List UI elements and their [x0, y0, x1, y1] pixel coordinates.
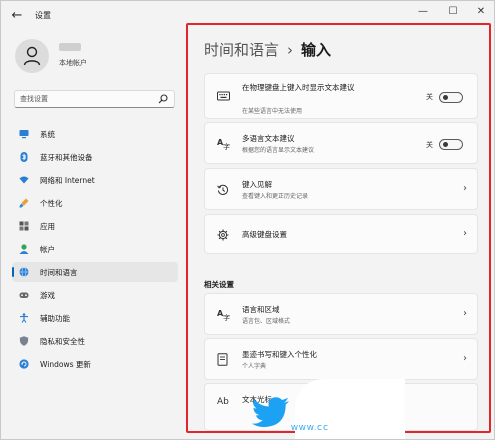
- settings-window: ← 设置 — ☐ ✕ 本地帐户 系统 蓝牙和其他设备: [0, 0, 495, 440]
- typing-insights-card[interactable]: 键入见解 查看键入和更正历史记录 ›: [204, 168, 478, 210]
- content-panel: 时间和语言 › 输入 在物理键盘上键入时显示文本建议 在某些语言中无法使用 关 A …: [186, 23, 491, 433]
- person-icon: [23, 46, 41, 66]
- close-button[interactable]: ✕: [465, 1, 494, 23]
- card-title: 在物理键盘上键入时显示文本建议: [242, 83, 355, 92]
- chevron-right-icon: ›: [463, 183, 467, 194]
- physical-keyboard-suggestions-toggle[interactable]: [439, 92, 463, 103]
- card-title: 多语言文本建议: [242, 134, 295, 143]
- sidebar-item-network[interactable]: 网络和 Internet: [12, 170, 178, 190]
- breadcrumb-separator: ›: [287, 41, 294, 59]
- sidebar-item-accessibility[interactable]: 辅助功能: [12, 308, 178, 328]
- sidebar-item-label: Windows 更新: [40, 360, 91, 369]
- avatar[interactable]: [15, 39, 49, 73]
- twitter-bird-icon: [252, 397, 289, 427]
- chevron-right-icon: ›: [463, 353, 467, 364]
- chevron-right-icon: ›: [463, 308, 467, 319]
- bluetooth-icon: [20, 152, 28, 162]
- pen-notebook-icon: [217, 353, 228, 366]
- search-icon[interactable]: [158, 94, 168, 104]
- card-title: 墨迹书写和键入个性化: [242, 350, 317, 359]
- breadcrumb: 时间和语言 › 输入: [204, 39, 331, 60]
- app-title: 设置: [35, 11, 51, 20]
- sidebar-item-label: 帐户: [40, 245, 55, 254]
- sidebar-item-bluetooth[interactable]: 蓝牙和其他设备: [12, 147, 178, 167]
- person-icon: [19, 244, 29, 254]
- card-title: 高级键盘设置: [242, 230, 287, 239]
- sidebar-item-label: 游戏: [40, 291, 55, 300]
- sidebar-item-label: 蓝牙和其他设备: [40, 153, 93, 162]
- gamepad-icon: [19, 292, 29, 298]
- svg-text:字: 字: [223, 313, 230, 321]
- update-icon: [19, 359, 29, 369]
- sidebar-item-system[interactable]: 系统: [12, 124, 178, 144]
- account-type: 本地帐户: [59, 59, 87, 67]
- keyboard-icon: [217, 91, 230, 101]
- card-title: 语言和区域: [242, 305, 280, 314]
- sidebar-item-label: 应用: [40, 222, 55, 231]
- monitor-icon: [19, 130, 29, 139]
- language-icon: A 字: [217, 309, 230, 321]
- minimize-button[interactable]: —: [407, 1, 439, 23]
- breadcrumb-parent[interactable]: 时间和语言: [204, 41, 279, 59]
- toggle-knob: [443, 95, 448, 100]
- sidebar-item-apps[interactable]: 应用: [12, 216, 178, 236]
- toggle-knob: [443, 142, 448, 147]
- sidebar-item-label: 隐私和安全性: [40, 337, 85, 346]
- user-name-redacted: [59, 43, 81, 51]
- watermark: WWW.CC: [237, 379, 405, 439]
- card-title: 键入见解: [242, 180, 272, 189]
- wifi-icon: [19, 176, 29, 184]
- watermark-text: WWW.CC: [291, 424, 329, 432]
- sidebar-item-label: 时间和语言: [40, 268, 78, 277]
- text-cursor-icon: Ab: [217, 397, 229, 407]
- search-box[interactable]: [14, 90, 175, 108]
- card-subtitle: 在某些语言中无法使用: [242, 108, 303, 115]
- page-title: 输入: [301, 41, 332, 59]
- gear-icon: [217, 229, 229, 241]
- sidebar-item-label: 系统: [40, 130, 55, 139]
- sidebar-item-time-language[interactable]: 时间和语言: [12, 262, 178, 282]
- card-subtitle: 查看键入和更正历史记录: [242, 193, 309, 200]
- svg-text:字: 字: [223, 142, 230, 150]
- toggle-state-label: 关: [426, 93, 433, 101]
- multilingual-icon: A 字: [217, 138, 230, 150]
- multilingual-suggestions-toggle[interactable]: [439, 139, 463, 150]
- advanced-keyboard-settings-card[interactable]: 高级键盘设置 ›: [204, 214, 478, 254]
- sidebar-item-privacy[interactable]: 隐私和安全性: [12, 331, 178, 351]
- search-input[interactable]: [20, 93, 155, 105]
- sidebar-item-gaming[interactable]: 游戏: [12, 285, 178, 305]
- sidebar-item-personalization[interactable]: 个性化: [12, 193, 178, 213]
- pen-typing-personalization-card[interactable]: 墨迹书写和键入个性化 个人字典 ›: [204, 338, 478, 380]
- related-settings-heading: 相关设置: [204, 280, 234, 289]
- history-icon: [217, 184, 229, 195]
- brush-icon: [19, 198, 29, 208]
- shield-icon: [19, 336, 29, 346]
- card-subtitle: 语言包、区域格式: [242, 318, 291, 325]
- language-region-card[interactable]: A 字 语言和区域 语言包、区域格式 ›: [204, 293, 478, 335]
- card-subtitle: 根据您的语言显示文本建议: [242, 147, 315, 154]
- apps-icon: [19, 221, 29, 231]
- physical-keyboard-suggestions-card[interactable]: 在物理键盘上键入时显示文本建议 在某些语言中无法使用 关: [204, 73, 478, 119]
- globe-clock-icon: [19, 267, 29, 277]
- sidebar-item-label: 个性化: [40, 199, 63, 208]
- multilingual-suggestions-card[interactable]: A 字 多语言文本建议 根据您的语言显示文本建议 关: [204, 122, 478, 164]
- sidebar-item-accounts[interactable]: 帐户: [12, 239, 178, 259]
- sidebar-item-windows-update[interactable]: Windows 更新: [12, 354, 178, 374]
- accessibility-icon: [20, 313, 28, 323]
- toggle-state-label: 关: [426, 141, 433, 149]
- back-arrow-icon[interactable]: ←: [9, 8, 25, 24]
- chevron-right-icon: ›: [463, 228, 467, 239]
- sidebar-item-label: 网络和 Internet: [40, 176, 95, 185]
- card-subtitle: 个人字典: [242, 363, 267, 370]
- sidebar-item-label: 辅助功能: [40, 314, 70, 323]
